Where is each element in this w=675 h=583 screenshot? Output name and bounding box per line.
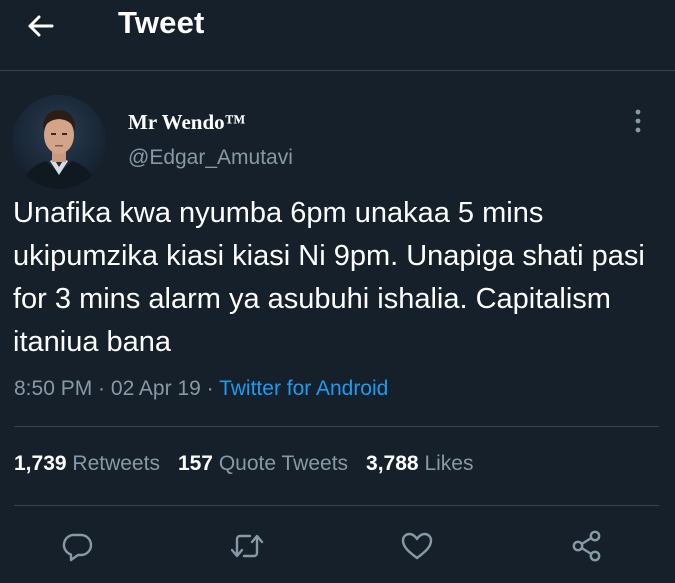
share-button[interactable] bbox=[569, 528, 605, 564]
retweets-count: 1,739 bbox=[14, 452, 67, 475]
page-title: Tweet bbox=[118, 5, 205, 40]
top-bar: Tweet bbox=[0, 0, 675, 71]
retweets-label: Retweets bbox=[72, 452, 160, 475]
divider bbox=[14, 426, 659, 427]
tweet-time[interactable]: 8:50 PM bbox=[14, 377, 92, 400]
author-name[interactable]: Mr Wendo™ bbox=[128, 110, 246, 135]
quotes-count: 157 bbox=[177, 452, 213, 475]
likes-count: 3,788 bbox=[366, 452, 419, 475]
divider bbox=[14, 505, 659, 506]
tweet-text: Unafika kwa nyumba 6pm unakaa 5 mins uki… bbox=[13, 197, 645, 358]
retweet-icon bbox=[230, 534, 264, 558]
reply-icon bbox=[62, 533, 93, 562]
share-icon bbox=[572, 530, 601, 562]
tweet-source[interactable]: Twitter for Android bbox=[219, 377, 388, 400]
retweets-stat[interactable]: 1,739 Retweets bbox=[14, 452, 160, 476]
more-vertical-icon bbox=[635, 109, 641, 133]
avatar-image bbox=[12, 95, 106, 189]
retweet-button[interactable] bbox=[229, 528, 265, 564]
engagement-stats: 1,739 Retweets 157 Quote Tweets 3,788 Like… bbox=[14, 452, 491, 476]
more-options-button[interactable] bbox=[628, 106, 648, 136]
tweet-date[interactable]: 02 Apr 19 bbox=[111, 377, 201, 400]
quotes-stat[interactable]: 157 Quote Tweets bbox=[178, 452, 348, 476]
likes-label: Likes bbox=[424, 452, 474, 475]
reply-button[interactable] bbox=[60, 528, 96, 564]
avatar[interactable] bbox=[12, 95, 106, 189]
tweet-page: Tweet Mr Wendo™ @Edgar_Amutavi Unafika k… bbox=[0, 0, 675, 583]
like-icon bbox=[401, 532, 433, 560]
author-handle[interactable]: @Edgar_Amutavi bbox=[128, 146, 293, 170]
arrow-left-icon bbox=[28, 15, 54, 37]
back-button[interactable] bbox=[20, 6, 60, 46]
quotes-label: Quote Tweets bbox=[218, 452, 349, 475]
likes-stat[interactable]: 3,788 Likes bbox=[366, 452, 473, 476]
meta-separator: · bbox=[92, 377, 111, 400]
meta-separator: · bbox=[200, 377, 220, 400]
like-button[interactable] bbox=[399, 528, 435, 564]
tweet-meta: 8:50 PM · 02 Apr 19 · Twitter for Androi… bbox=[14, 377, 388, 401]
